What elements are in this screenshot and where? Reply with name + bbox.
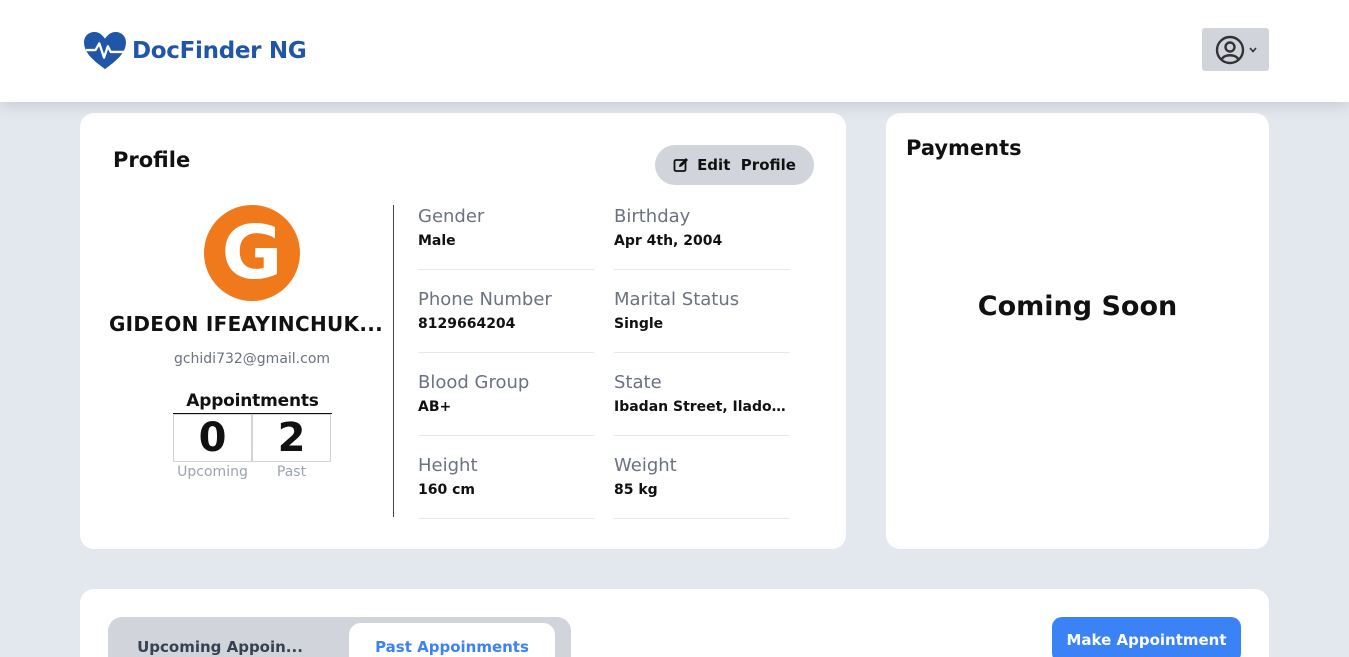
appointments-tabs: Upcoming Appoin... Past Appoinments — [108, 617, 571, 657]
coming-soon-text: Coming Soon — [977, 291, 1178, 322]
field-label: Height — [418, 455, 478, 476]
appointments-card: Upcoming Appoin... Past Appoinments Make… — [80, 589, 1269, 657]
upcoming-label: Upcoming — [177, 464, 248, 480]
field-blood-group: Blood Group AB+ — [418, 372, 594, 436]
field-value: 85 kg — [614, 482, 658, 498]
upcoming-count: 0 — [173, 414, 252, 462]
field-value: AB+ — [418, 399, 452, 415]
user-menu-button[interactable] — [1202, 28, 1269, 71]
make-appointment-button[interactable]: Make Appointment — [1052, 617, 1241, 657]
field-label: Phone Number — [418, 289, 552, 310]
field-value: Male — [418, 233, 456, 249]
field-label: State — [614, 372, 662, 393]
field-label: Gender — [418, 206, 485, 227]
field-label: Marital Status — [614, 289, 740, 310]
chevron-down-icon — [1248, 46, 1257, 53]
payments-title: Payments — [906, 136, 1022, 160]
past-count: 2 — [252, 414, 331, 462]
field-value: 160 cm — [418, 482, 475, 498]
past-label: Past — [276, 464, 307, 480]
field-label: Weight — [614, 455, 677, 476]
profile-title: Profile — [113, 148, 191, 172]
brand-name: DocFinder NG — [132, 38, 307, 64]
profile-card: Profile Edit Profile G GIDEON IFEAYINCHU… — [80, 113, 846, 549]
appointments-summary: Appointments 0 2 Upcoming Past — [173, 391, 332, 480]
user-name: GIDEON IFEAYINCHUK... — [108, 312, 384, 336]
field-value: Single — [614, 316, 664, 332]
field-label: Blood Group — [418, 372, 530, 393]
field-state: State Ibadan Street, Ilado,... — [614, 372, 790, 436]
heart-pulse-icon — [84, 31, 126, 70]
avatar: G — [204, 205, 300, 301]
field-value: 8129664204 — [418, 316, 516, 332]
avatar-letter: G — [221, 210, 283, 296]
field-weight: Weight 85 kg — [614, 455, 790, 519]
edit-profile-label: Edit Profile — [697, 156, 796, 174]
user-email: gchidi732@gmail.com — [173, 351, 331, 367]
field-value: Ibadan Street, Ilado,... — [614, 399, 790, 415]
top-navbar: DocFinder NG — [0, 0, 1349, 102]
edit-profile-button[interactable]: Edit Profile — [655, 145, 814, 185]
field-gender: Gender Male — [418, 206, 594, 270]
payments-card: Payments Coming Soon — [886, 113, 1269, 549]
vertical-divider — [393, 205, 394, 517]
field-birthday: Birthday Apr 4th, 2004 — [614, 206, 790, 270]
field-value: Apr 4th, 2004 — [614, 233, 723, 249]
brand-logo[interactable]: DocFinder NG — [82, 31, 307, 71]
field-marital-status: Marital Status Single — [614, 289, 790, 353]
edit-icon — [673, 158, 689, 172]
appointments-summary-title: Appointments — [173, 391, 332, 414]
tab-past-appointments[interactable]: Past Appoinments — [349, 623, 555, 657]
field-height: Height 160 cm — [418, 455, 594, 519]
field-label: Birthday — [614, 206, 691, 227]
tab-upcoming-appointments[interactable]: Upcoming Appoin... — [116, 623, 324, 657]
user-circle-icon — [1215, 35, 1244, 64]
field-phone: Phone Number 8129664204 — [418, 289, 594, 353]
